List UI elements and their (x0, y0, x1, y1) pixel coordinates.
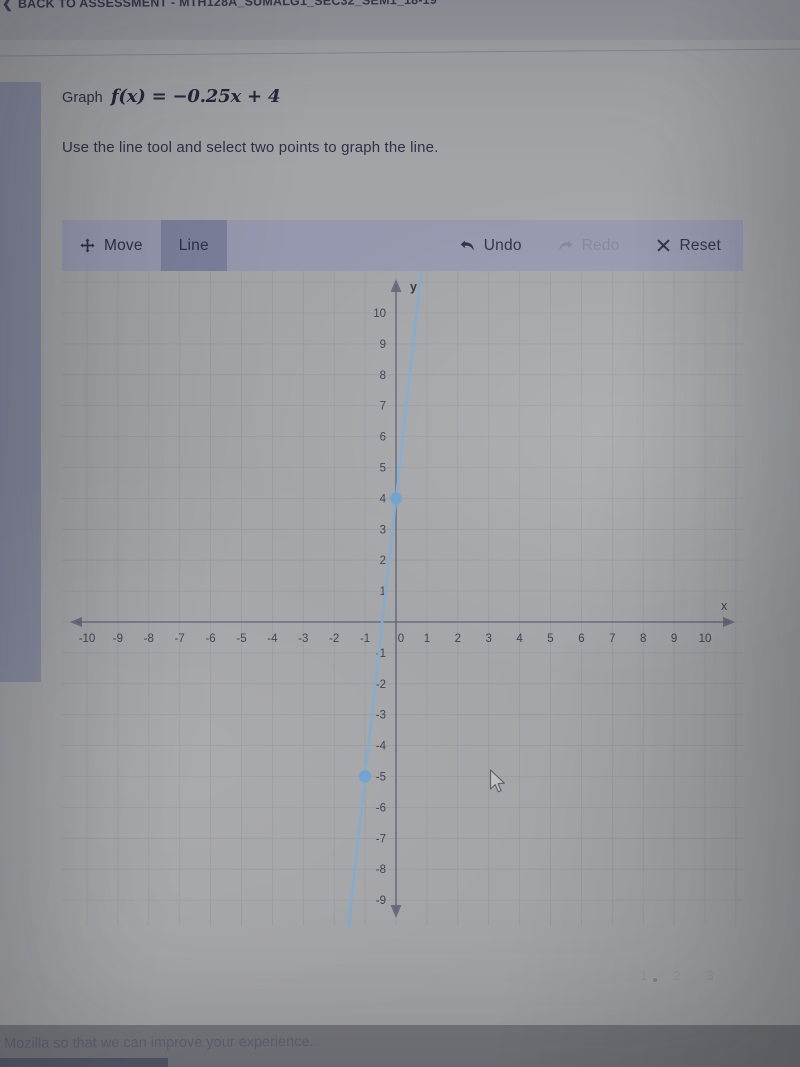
prompt-verb: Graph (62, 90, 103, 106)
screenshot-root: ❮ BACK TO ASSESSMENT - MTH128A_SUMALG1_S… (0, 0, 800, 1067)
y-tick-4: 4 (380, 493, 387, 505)
x-tick-5: 5 (547, 633, 553, 645)
redo-arrow-icon (558, 238, 573, 253)
undo-label: Undo (483, 236, 522, 254)
bottom-banner-text: o Mozilla so that we can improve your ex… (0, 1034, 314, 1052)
x-axis-label: x (721, 599, 728, 613)
y-tick--5: -5 (376, 772, 386, 784)
chevron-left-icon: ❮ (1, 0, 13, 11)
x-tick--2: -2 (329, 633, 339, 645)
graphing-tool: Move Line Undo Redo Reset -10 -9 -8 -7 -… (62, 220, 743, 926)
y-tick-5: 5 (380, 463, 386, 475)
y-tick-6: 6 (380, 432, 386, 444)
x-tick-1: 1 (424, 633, 430, 645)
x-tick-4: 4 (516, 633, 523, 645)
line-tool-button[interactable]: Line (160, 220, 227, 271)
undo-arrow-icon (460, 238, 475, 253)
left-sidebar-rail (0, 82, 41, 682)
assessment-topbar: ❮ BACK TO ASSESSMENT - MTH128A_SUMALG1_S… (0, 0, 800, 40)
x-tick--4: -4 (267, 633, 278, 645)
line-tool-label: Line (178, 236, 209, 254)
move-tool-button[interactable]: Move (62, 220, 161, 271)
y-tick-10: 10 (373, 308, 386, 320)
graph-toolbar: Move Line Undo Redo Reset (62, 220, 743, 271)
redo-label: Redo (581, 236, 620, 254)
x-tick-6: 6 (578, 633, 584, 645)
question-area: Graph f(x) = −0.25x + 4 Use the line too… (62, 86, 752, 156)
y-tick--3: -3 (376, 710, 386, 722)
move-tool-label: Move (104, 236, 143, 254)
reset-label: Reset (679, 236, 721, 254)
x-tick--6: -6 (205, 633, 215, 645)
bottom-banner-accent (0, 1058, 168, 1067)
x-tick-2: 2 (455, 633, 461, 645)
reset-button[interactable]: Reset (638, 220, 744, 271)
x-tick--9: -9 (113, 633, 123, 645)
y-axis-label: y (410, 280, 417, 294)
y-tick--7: -7 (376, 833, 386, 845)
coordinate-plane[interactable]: -10 -9 -8 -7 -6 -5 -4 -3 -2 -1 0 1 2 3 4 5 6 7 8 9 10 10 9 8 7 6… (62, 271, 743, 926)
page-number-3[interactable]: 3 (706, 968, 713, 983)
x-tick--3: -3 (298, 633, 308, 645)
x-tick-0: 0 (398, 633, 404, 645)
x-tick--10: -10 (79, 633, 96, 645)
x-tick-10: 10 (699, 633, 712, 645)
undo-button[interactable]: Undo (442, 220, 540, 271)
y-tick--8: -8 (376, 864, 386, 876)
close-x-icon (656, 238, 671, 253)
page-number-1[interactable]: 1 (640, 968, 647, 983)
grid-lines (62, 271, 743, 926)
x-tick-9: 9 (671, 633, 677, 645)
question-prompt: Graph f(x) = −0.25x + 4 (62, 86, 752, 107)
y-tick-9: 9 (380, 339, 386, 351)
x-tick-7: 7 (609, 633, 615, 645)
y-tick--9: -9 (376, 895, 386, 907)
x-tick--5: -5 (236, 633, 246, 645)
x-tick--8: -8 (144, 633, 154, 645)
y-tick--4: -4 (376, 741, 387, 753)
y-tick--6: -6 (376, 802, 386, 814)
x-tick--1: -1 (360, 633, 370, 645)
equation-expression: f(x) = −0.25x + 4 (110, 86, 281, 107)
y-tick-7: 7 (380, 401, 386, 413)
x-tick--7: -7 (175, 633, 185, 645)
x-tick-8: 8 (640, 633, 646, 645)
y-tick-3: 3 (380, 524, 386, 536)
question-instruction: Use the line tool and select two points … (62, 139, 439, 156)
graph-svg[interactable]: -10 -9 -8 -7 -6 -5 -4 -3 -2 -1 0 1 2 3 4 5 6 7 8 9 10 109876… (62, 271, 743, 926)
y-tick-8: 8 (380, 370, 386, 382)
back-to-assessment-link[interactable]: ❮ BACK TO ASSESSMENT - MTH128A_SUMALG1_S… (2, 0, 437, 12)
plotted-point-0[interactable] (389, 492, 403, 505)
x-tick-3: 3 (485, 633, 491, 645)
x-axis-tick-labels: -10 -9 -8 -7 -6 -5 -4 -3 -2 -1 0 1 2 3 4 5 6 7 8 9 10 (79, 633, 712, 645)
y-tick-2: 2 (380, 555, 386, 567)
page-number-2[interactable]: 2 (673, 968, 680, 983)
plotted-point-1[interactable] (358, 770, 372, 783)
redo-button[interactable]: Redo (540, 220, 638, 271)
move-arrows-icon (80, 238, 95, 253)
back-to-assessment-label: BACK TO ASSESSMENT - MTH128A_SUMALG1_SEC… (17, 0, 438, 11)
y-tick--2: -2 (376, 679, 386, 691)
pagination[interactable]: 1 2 3 (640, 968, 714, 983)
